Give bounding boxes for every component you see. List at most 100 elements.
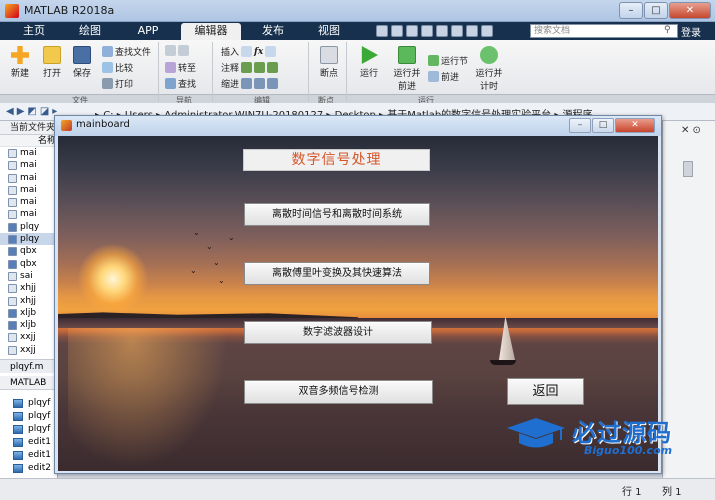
file-list-item[interactable]: sai (0, 270, 57, 282)
fig-file-icon (8, 284, 17, 294)
m-file-icon (8, 222, 17, 232)
name-column-header[interactable]: 名称 (0, 135, 57, 147)
navigation-arrows-icon[interactable]: ◀▶◩◪▸ (6, 106, 60, 117)
copy-icon[interactable] (406, 25, 418, 37)
file-status-bar: plqyf.m (0, 359, 58, 373)
find-button[interactable]: 查找 (165, 77, 196, 90)
fig-file-icon (8, 161, 17, 171)
print-button[interactable]: 打印 (102, 77, 133, 90)
file-list-item[interactable]: mai (0, 208, 57, 220)
maximize-button[interactable]: □ (644, 2, 668, 19)
tab-apps[interactable]: APP (128, 23, 168, 40)
file-list-item[interactable]: plqy (0, 221, 57, 233)
find-files-icon (102, 46, 113, 57)
file-name: mai (20, 160, 37, 171)
m-file-icon (8, 247, 17, 257)
dtmf-detection-button[interactable]: 双音多频信号检测 (244, 380, 433, 404)
run-section-button[interactable]: 运行节 (428, 54, 468, 67)
file-list-item[interactable]: mai (0, 172, 57, 184)
run-button[interactable]: 运行 (355, 46, 383, 79)
workspace-variable[interactable]: edit2 (0, 462, 58, 475)
tab-view[interactable]: 视图 (305, 23, 353, 40)
minimize-button[interactable]: – (619, 2, 643, 19)
file-list-item[interactable]: mai (0, 196, 57, 208)
file-list-item[interactable]: xljb (0, 319, 57, 331)
run-section-icon (428, 55, 439, 66)
workspace-variable[interactable]: plqyf (0, 397, 58, 410)
new-button[interactable]: 新建 (6, 46, 34, 79)
file-name: mai (20, 148, 37, 158)
dft-fft-button[interactable]: 离散傅里叶变换及其快速算法 (244, 262, 430, 285)
breakpoints-button[interactable]: 断点 (315, 46, 343, 79)
search-documentation-input[interactable]: 搜索文档 (530, 24, 678, 38)
save-icon[interactable] (376, 25, 388, 37)
variable-icon (13, 464, 23, 473)
save-button[interactable]: 保存 (68, 46, 96, 79)
file-list-item[interactable]: xljb (0, 307, 57, 319)
figure-maximize-button[interactable]: □ (592, 118, 614, 133)
tab-plots[interactable]: 绘图 (70, 23, 110, 40)
cut-icon[interactable] (391, 25, 403, 37)
indent-button[interactable]: 缩进 (221, 77, 279, 90)
current-folder-header: 当前文件夹 (0, 121, 57, 135)
file-list-item[interactable]: mai (0, 159, 57, 171)
fig-file-icon (8, 185, 17, 195)
workspace-variable[interactable]: plqyf (0, 423, 58, 436)
insert-button[interactable]: 插入 fx (221, 45, 277, 58)
workspace-header: MATLAB (0, 376, 58, 390)
workspace-variable[interactable]: edit1 (0, 436, 58, 449)
find-files-button[interactable]: 查找文件 (102, 45, 151, 58)
redo-icon[interactable] (451, 25, 463, 37)
compare-button[interactable]: 比较 (102, 61, 133, 74)
file-list-item[interactable]: xxjj (0, 331, 57, 343)
figure-minimize-button[interactable]: – (569, 118, 591, 133)
figure-title-bar[interactable]: mainboard – □ ✕ (55, 116, 661, 136)
discrete-signal-system-button[interactable]: 离散时间信号和离散时间系统 (244, 203, 430, 226)
watermark-url: Biguo100.com (584, 444, 673, 457)
goto-button[interactable]: 转至 (165, 61, 196, 74)
panel-collapse-icon[interactable]: ✕ ⊙ (681, 125, 701, 136)
open-button[interactable]: 打开 (38, 46, 66, 79)
workspace-variable[interactable]: plqyf (0, 410, 58, 423)
file-list-item[interactable]: qbx (0, 258, 57, 270)
sunset-background-image: ⌄ ⌄ ⌄ ⌄ ⌄ ⌄ 数字信号处理 离散时间信号和离散时间系统 离散傅里叶变换… (58, 136, 658, 471)
file-list-item[interactable]: mai (0, 184, 57, 196)
forward-icon (178, 45, 189, 56)
file-list-item[interactable]: xxjj (0, 344, 57, 356)
ribbon-separator (158, 42, 159, 102)
variable-icon (13, 451, 23, 460)
workspace-variable[interactable]: edit1 (0, 449, 58, 462)
file-list-item[interactable]: mai (0, 147, 57, 159)
file-list-item[interactable]: qbx (0, 245, 57, 257)
run-and-time-button[interactable]: 运行并 计时 (472, 46, 506, 92)
back-button[interactable]: 返回 (507, 378, 584, 405)
tab-publish[interactable]: 发布 (248, 23, 298, 40)
search-icon[interactable]: ⚲ (664, 25, 671, 35)
run-time-icon (480, 46, 498, 64)
file-list-item[interactable]: plqy (0, 233, 57, 246)
file-name: plqy (20, 221, 40, 232)
undo-icon[interactable] (436, 25, 448, 37)
advance-button[interactable]: 前进 (428, 70, 459, 83)
file-list-item[interactable]: xhjj (0, 282, 57, 294)
tab-editor[interactable]: 编辑器 (181, 23, 241, 40)
window-title: MATLAB R2018a (24, 4, 115, 17)
close-button[interactable]: ✕ (669, 2, 711, 19)
paste-icon[interactable] (421, 25, 433, 37)
bird-icon: ⌄ (190, 266, 197, 275)
bird-icon: ⌄ (218, 276, 225, 285)
figure-close-button[interactable]: ✕ (615, 118, 655, 133)
file-list-item[interactable]: xhjj (0, 295, 57, 307)
tab-home[interactable]: 主页 (14, 23, 54, 40)
back-forward-button[interactable] (165, 45, 189, 56)
fx-icon[interactable]: fx (254, 47, 263, 57)
scrollbar-thumb[interactable] (683, 161, 693, 177)
sun-reflection (68, 328, 228, 468)
file-name: mai (20, 184, 37, 195)
login-button[interactable]: 登录 (681, 24, 701, 39)
digital-filter-design-button[interactable]: 数字滤波器设计 (244, 321, 432, 344)
help-icon[interactable] (481, 25, 493, 37)
comment-button[interactable]: 注释 (221, 61, 279, 74)
switch-windows-icon[interactable] (466, 25, 478, 37)
run-and-advance-button[interactable]: 运行并 前进 (390, 46, 424, 92)
